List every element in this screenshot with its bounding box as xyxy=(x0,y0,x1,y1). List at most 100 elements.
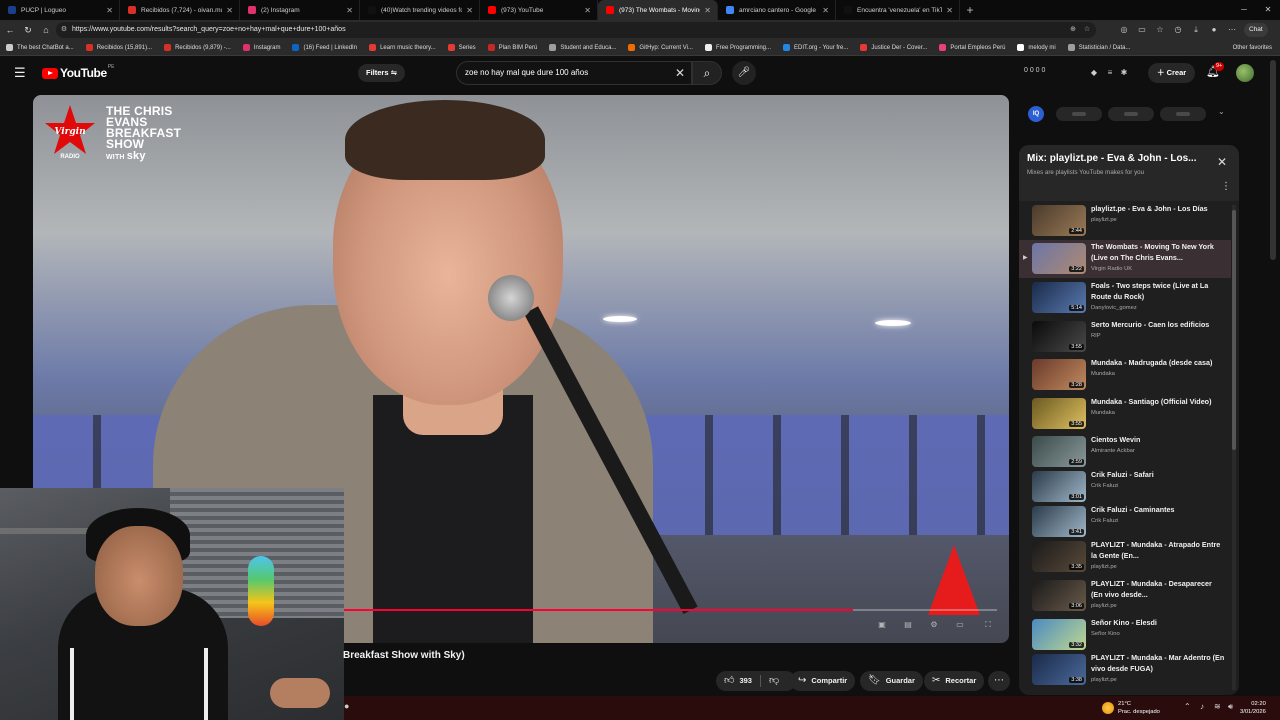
favorites-icon[interactable]: ☆ xyxy=(1154,24,1166,36)
search-button[interactable]: ⌕ xyxy=(692,61,722,85)
bookmark-item[interactable]: melody mi xyxy=(1017,44,1056,51)
clock[interactable]: 02:20 3/01/2026 xyxy=(1240,700,1266,716)
bookmark-item[interactable]: Recibidos (15,891)... xyxy=(85,44,152,51)
chat-button[interactable]: Chat xyxy=(1244,23,1268,37)
list-item[interactable]: 3:55 Serto Mercurio - Caen los edificios R… xyxy=(1019,318,1231,356)
other-favorites[interactable]: Other favorites xyxy=(1233,40,1272,56)
search-input[interactable]: zoe no hay mal que dure 100 años ✕ xyxy=(456,61,692,85)
video-thumbnail[interactable]: 2:44 xyxy=(1032,205,1086,236)
list-item[interactable]: 3:06 PLAYLIZT - Mundaka - Desaparecer (En… xyxy=(1019,577,1231,615)
video-item-title[interactable]: playlizt.pe - Eva & John - Los Días xyxy=(1091,204,1225,215)
more-vertical-icon[interactable]: ⋮ xyxy=(1221,181,1231,192)
bookmark-item[interactable]: Plan BIM Perú xyxy=(487,44,537,51)
settings-gear-icon[interactable]: ⚙ xyxy=(927,619,941,631)
bookmark-item[interactable]: Free Programming... xyxy=(704,44,771,51)
mic-tray-icon[interactable]: ♪ xyxy=(1200,702,1204,711)
site-info-icon[interactable]: ⚙ xyxy=(59,25,69,35)
bookmark-item[interactable]: Portal Empleos Perú xyxy=(939,44,1005,51)
volume-icon[interactable]: 🔊︎ xyxy=(1228,702,1233,712)
browser-tab[interactable]: PUCP | Logueo ✕ xyxy=(0,0,120,20)
browser-menu-icon[interactable]: ⋯ xyxy=(1226,24,1238,36)
split-view-icon[interactable]: ▭ xyxy=(1136,24,1148,36)
channel-name[interactable]: Danylovic_gomez xyxy=(1091,305,1137,311)
list-item[interactable]: 3:38 PLAYLIZT - Mundaka - Mar Adentro (En… xyxy=(1019,651,1231,689)
avatar[interactable] xyxy=(1236,64,1254,82)
dislike-icon[interactable]: 👎︎ xyxy=(769,671,779,691)
tab-close-icon[interactable]: ✕ xyxy=(822,6,829,15)
voice-search-button[interactable]: 🎤︎ xyxy=(732,61,756,85)
back-arrow-icon[interactable]: ← xyxy=(4,24,16,36)
chevron-down-icon[interactable]: ⌄ xyxy=(1218,107,1225,116)
fullscreen-icon[interactable]: ⛶ xyxy=(981,619,995,631)
chip[interactable] xyxy=(1108,107,1154,121)
list-item[interactable]: 3:41 Crik Faluzi - Caminantes Crik Faluzi xyxy=(1019,503,1231,541)
list-item[interactable]: 3:01 Crik Faluzi - Safari Crik Faluzi xyxy=(1019,468,1231,506)
url-text[interactable]: https://www.youtube.com/results?search_q… xyxy=(72,22,346,38)
create-button[interactable]: ＋ Crear xyxy=(1148,63,1196,83)
video-item-title[interactable]: Crik Faluzi - Caminantes xyxy=(1091,505,1225,516)
close-window-icon[interactable]: ✕ xyxy=(1256,0,1280,20)
list-item[interactable]: 5:14 Foals - Two steps twice (Live at La … xyxy=(1019,279,1231,317)
video-thumbnail[interactable]: 3:55 xyxy=(1032,321,1086,352)
extension-badge-icon[interactable]: ◆ xyxy=(1088,67,1100,79)
list-item[interactable]: 3:55 Mundaka - Santiago (Official Video) M… xyxy=(1019,395,1231,433)
bookmark-item[interactable]: Learn music theory... xyxy=(369,44,436,51)
video-item-title[interactable]: Serto Mercurio - Caen los edificios xyxy=(1091,320,1225,331)
wifi-icon[interactable]: ≋ xyxy=(1214,702,1221,711)
bookmark-item[interactable]: Justice Der - Cover... xyxy=(860,44,927,51)
browser-tab[interactable]: (40)Watch trending videos for yo ✕ xyxy=(360,0,480,20)
hamburger-menu-icon[interactable]: ☰ xyxy=(14,66,28,80)
video-thumbnail[interactable]: 3:01 xyxy=(1032,471,1086,502)
video-item-title[interactable]: Cientos Wevin xyxy=(1091,435,1225,446)
profile-icon[interactable]: ● xyxy=(1208,24,1220,36)
channel-name[interactable]: Crik Faluzi xyxy=(1091,518,1118,524)
video-item-title[interactable]: PLAYLIZT - Mundaka - Atrapado Entre la G… xyxy=(1091,540,1225,561)
zoom-icon[interactable]: ⊕ xyxy=(1068,25,1078,35)
app-icon[interactable]: ● xyxy=(344,701,349,711)
bookmark-item[interactable]: Statistician / Data... xyxy=(1067,44,1130,51)
bookmark-item[interactable]: The best ChatBot a... xyxy=(6,44,74,51)
extension-icon[interactable]: ◎ xyxy=(1118,24,1130,36)
browser-tab[interactable]: (973) The Wombats - Moving To N ✕ xyxy=(598,0,718,20)
playlist-scrollbar[interactable] xyxy=(1232,205,1236,690)
like-icon[interactable]: 👍︎ xyxy=(724,671,734,691)
video-thumbnail[interactable]: 3:22 xyxy=(1032,243,1086,274)
like-count[interactable]: 393 xyxy=(739,671,752,691)
list-icon[interactable]: ≡ xyxy=(1104,67,1116,79)
channel-name[interactable]: Crik Faluzi xyxy=(1091,483,1118,489)
video-thumbnail[interactable]: 3:38 xyxy=(1032,654,1086,685)
video-item-title[interactable]: Mundaka - Santiago (Official Video) xyxy=(1091,397,1225,408)
video-item-title[interactable]: The Wombats - Moving To New York (Live o… xyxy=(1091,242,1225,263)
home-icon[interactable]: ⌂ xyxy=(40,24,52,36)
channel-name[interactable]: Señor Kino xyxy=(1091,631,1120,637)
video-thumbnail[interactable]: 2:59 xyxy=(1032,436,1086,467)
video-thumbnail[interactable]: 3:06 xyxy=(1032,580,1086,611)
tab-close-icon[interactable]: ✕ xyxy=(584,6,591,15)
tab-close-icon[interactable]: ✕ xyxy=(946,6,953,15)
video-item-title[interactable]: PLAYLIZT - Mundaka - Desaparecer (En viv… xyxy=(1091,579,1225,600)
video-item-title[interactable]: Crik Faluzi - Safari xyxy=(1091,470,1225,481)
history-icon[interactable]: ◷ xyxy=(1172,24,1184,36)
iq-icon[interactable]: IQ xyxy=(1028,106,1044,122)
channel-name[interactable]: Mundaka xyxy=(1091,371,1115,377)
video-item-title[interactable]: PLAYLIZT - Mundaka - Mar Adentro (En viv… xyxy=(1091,653,1225,674)
channel-name[interactable]: playlizt.pe xyxy=(1091,677,1117,683)
scrollbar-thumb[interactable] xyxy=(1232,210,1236,450)
tab-close-icon[interactable]: ✕ xyxy=(346,6,353,15)
youtube-logo[interactable]: YouTube PE xyxy=(42,64,114,80)
bookmark-item[interactable]: EDIT.org - Your fre... xyxy=(783,44,848,51)
save-button[interactable]: 🔖︎ Guardar xyxy=(860,671,923,691)
channel-name[interactable]: Almirante Ackbar xyxy=(1091,448,1135,454)
browser-tab[interactable]: Recibidos (7,724) - oivan.mu@gm ✕ xyxy=(120,0,240,20)
channel-name[interactable]: playlizt.pe xyxy=(1091,217,1117,223)
bookmark-item[interactable]: Recibidos (9,879) -... xyxy=(164,44,231,51)
tab-close-icon[interactable]: ✕ xyxy=(226,6,233,15)
browser-tab[interactable]: amrciano cantero - Google Search ✕ xyxy=(718,0,836,20)
channel-name[interactable]: playlizt.pe xyxy=(1091,564,1117,570)
tab-close-icon[interactable]: ✕ xyxy=(466,6,473,15)
browser-tab[interactable]: (2) Instagram ✕ xyxy=(240,0,360,20)
weather-widget[interactable]: 21°C Prac. despejado xyxy=(1118,700,1160,716)
tab-close-icon[interactable]: ✕ xyxy=(106,6,113,15)
list-item[interactable]: 3:35 PLAYLIZT - Mundaka - Atrapado Entre … xyxy=(1019,538,1231,576)
minimize-window-icon[interactable]: ─ xyxy=(1232,0,1256,20)
